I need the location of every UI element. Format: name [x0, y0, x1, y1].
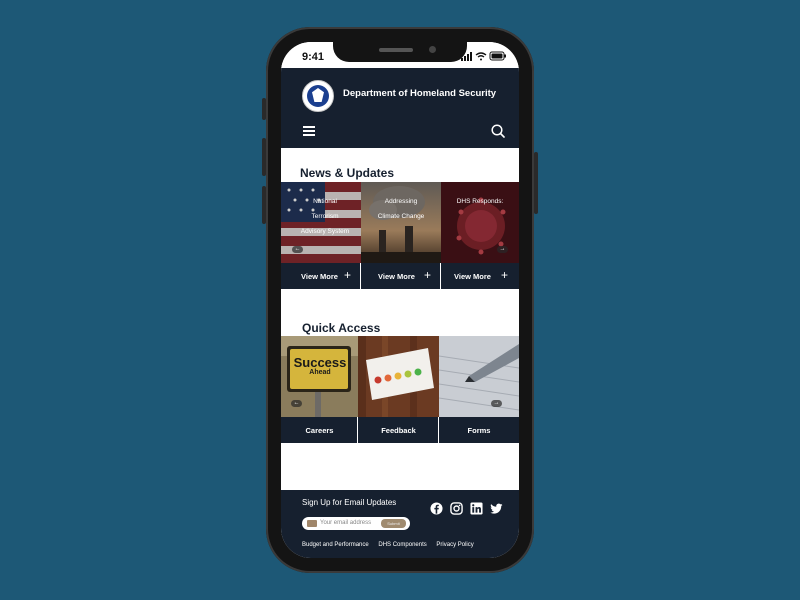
plus-icon: +: [424, 268, 432, 282]
email-placeholder[interactable]: Your email address: [320, 520, 371, 526]
email-signup-label: Sign Up for Email Updates: [302, 498, 397, 507]
qa-card-bar[interactable]: Forms: [439, 417, 519, 443]
view-more-label: View More: [378, 272, 415, 281]
pen-form-image: [439, 336, 519, 417]
news-card-covid[interactable]: DHS Responds: → View More +: [441, 182, 519, 289]
site-footer: Sign Up for Email Updates Your email add…: [281, 490, 519, 558]
news-card-bar[interactable]: View More +: [361, 263, 441, 289]
wifi-icon: [475, 52, 487, 61]
signal-icon: [461, 52, 472, 61]
news-section-title: News & Updates: [300, 166, 395, 180]
power-button: [534, 152, 538, 214]
news-card-bar[interactable]: View More +: [281, 263, 361, 289]
caption-line: Advisory System: [300, 228, 350, 235]
sign-subtitle: Ahead: [309, 369, 331, 376]
footer-links: Budget and Performance DHS Components Pr…: [302, 542, 474, 548]
careers-label: Careers: [305, 426, 334, 435]
agency-name: Department of Homeland Security: [343, 88, 497, 99]
dhs-seal-logo[interactable]: [302, 80, 334, 112]
qa-card-careers[interactable]: Success Ahead ← Careers: [281, 336, 358, 443]
feedback-card-image: [358, 336, 439, 417]
prev-arrow-icon[interactable]: ←: [291, 400, 302, 407]
caption-line: Addressing: [384, 198, 418, 205]
status-time: 9:41: [302, 51, 325, 63]
news-card-bar[interactable]: View More +: [441, 263, 519, 289]
news-card-caption: Addressing Climate Change: [361, 194, 441, 224]
quick-access-title: Quick Access: [302, 321, 381, 335]
qa-card-bar[interactable]: Feedback: [358, 417, 439, 443]
instagram-icon[interactable]: [450, 502, 463, 515]
sign-title: Success: [293, 355, 347, 370]
prev-arrow-icon[interactable]: ←: [292, 246, 303, 253]
next-arrow-icon[interactable]: →: [497, 246, 508, 253]
mail-icon: [307, 520, 317, 527]
site-header: Department of Homeland Security: [281, 68, 519, 148]
submit-button[interactable]: Submit: [381, 519, 406, 528]
linkedin-icon[interactable]: [470, 502, 483, 515]
hamburger-icon[interactable]: [303, 126, 315, 136]
volume-down-button: [262, 186, 266, 224]
footer-link-privacy[interactable]: Privacy Policy: [436, 542, 473, 548]
caption-line: DHS Responds:: [456, 198, 504, 205]
battery-icon: [489, 51, 506, 61]
plus-icon: +: [501, 268, 509, 282]
feedback-label: Feedback: [381, 426, 416, 435]
news-card-climate[interactable]: Addressing Climate Change View More +: [361, 182, 441, 289]
phone-screen: 9:41 Department of Homeland Security New…: [281, 42, 519, 558]
mute-switch: [262, 98, 266, 120]
footer-link-components[interactable]: DHS Components: [378, 542, 426, 548]
forms-label: Forms: [467, 426, 491, 435]
caption-line: Climate Change: [377, 213, 425, 220]
news-card-caption: National Terrorism Advisory System: [291, 194, 359, 239]
plus-icon: +: [344, 268, 352, 282]
qa-card-feedback[interactable]: Feedback: [358, 336, 439, 443]
news-card-caption: DHS Responds:: [441, 194, 519, 209]
next-arrow-icon[interactable]: →: [491, 400, 502, 407]
email-input-group[interactable]: Your email address Submit: [302, 517, 410, 530]
view-more-label: View More: [454, 272, 491, 281]
volume-up-button: [262, 138, 266, 176]
status-bar: 9:41: [281, 42, 519, 68]
twitter-icon[interactable]: [490, 502, 503, 515]
front-camera: [429, 46, 436, 53]
caption-line: National: [313, 198, 337, 205]
footer-link-budget[interactable]: Budget and Performance: [302, 542, 369, 548]
speaker: [379, 48, 413, 52]
view-more-label: View More: [301, 272, 338, 281]
qa-card-forms[interactable]: → Forms: [439, 336, 519, 443]
notch: [333, 42, 467, 62]
facebook-icon[interactable]: [430, 502, 443, 515]
search-icon[interactable]: [491, 124, 505, 138]
status-icons: [461, 51, 506, 61]
caption-line: Terrorism: [311, 213, 339, 220]
qa-card-bar[interactable]: Careers: [281, 417, 358, 443]
news-card-terrorism[interactable]: National Terrorism Advisory System ← Vie…: [281, 182, 361, 289]
